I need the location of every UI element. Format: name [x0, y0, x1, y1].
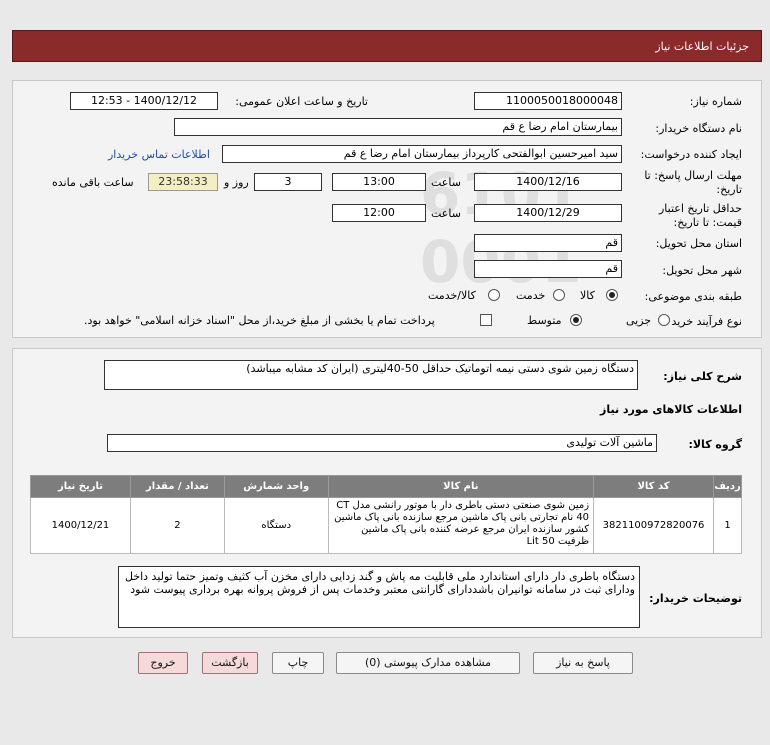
announce-label: تاریخ و ساعت اعلان عمومی:	[235, 95, 368, 108]
deadline-date-field: 1400/12/16	[474, 173, 622, 191]
province-label: استان محل تحویل:	[655, 237, 742, 250]
category-service-label: خدمت	[516, 289, 546, 302]
col-qty: تعداد / مقدار	[129, 475, 225, 498]
deadline-label: مهلت ارسال پاسخ: تا	[644, 169, 742, 182]
remaining-time-field: 23:58:33	[148, 173, 218, 191]
days-label: روز و	[224, 176, 249, 189]
goods-group-label: گروه کالا:	[688, 438, 742, 451]
payment-note: پرداخت تمام یا بخشی از مبلغ خرید،از محل …	[84, 314, 435, 327]
process-medium-radio[interactable]	[570, 314, 582, 326]
goods-info-title: اطلاعات کالاهای مورد نیاز	[600, 403, 742, 416]
back-button[interactable]: بازگشت	[202, 652, 258, 674]
process-label: نوع فرآیند خرید :	[664, 315, 742, 328]
table-row: 1 3821100972820076 زمین شوی صنعتی دستی ب…	[30, 497, 742, 554]
process-minor-label: جزیی	[626, 314, 652, 327]
cell-date: 1400/12/21	[30, 497, 131, 554]
treasury-payment-checkbox[interactable]	[480, 314, 492, 326]
validity-label-2: قیمت: تا تاریخ:	[673, 216, 742, 229]
category-service-radio[interactable]	[553, 289, 565, 301]
requester-field: سید امیرحسین ابوالفتحی کارپرداز بیمارستا…	[222, 145, 622, 163]
cell-name: زمین شوی صنعتی دستی باطری دار با موتور ر…	[327, 497, 595, 554]
cell-qty: 2	[129, 497, 225, 554]
buyer-notes-field: دستگاه باطری دار دارای استاندارد ملی قاب…	[118, 566, 640, 628]
contact-buyer-link[interactable]: اطلاعات تماس خریدار	[108, 148, 210, 161]
validity-time-field: 12:00	[332, 204, 426, 222]
col-code: کد کالا	[593, 475, 715, 498]
category-goods-service-label: کالا/خدمت	[428, 289, 476, 302]
need-number-label: شماره نیاز:	[689, 95, 742, 108]
col-date: تاریخ نیاز	[30, 475, 131, 498]
buyer-org-field: بیمارستان امام رضا ع قم	[174, 118, 622, 136]
reply-button[interactable]: پاسخ به نیاز	[533, 652, 633, 674]
cell-unit: دستگاه	[223, 497, 329, 554]
deadline-time-field: 13:00	[332, 173, 426, 191]
summary-label: شرح کلی نیاز:	[663, 370, 742, 383]
requester-label: ایجاد کننده درخواست:	[640, 148, 742, 161]
process-minor-radio[interactable]	[658, 314, 670, 326]
days-field: 3	[254, 173, 322, 191]
col-unit: واحد شمارش	[223, 475, 329, 498]
table-header-row: ردیف کد کالا نام کالا واحد شمارش تعداد /…	[30, 475, 742, 498]
deadline-time-label: ساعت	[431, 176, 461, 189]
summary-field: دستگاه زمین شوی دستی نیمه اتوماتیک حداقل…	[104, 360, 638, 390]
remaining-label: ساعت باقی مانده	[52, 176, 134, 189]
deadline-label-2: تاریخ:	[716, 183, 742, 196]
validity-label: حداقل تاریخ اعتبار	[658, 202, 742, 215]
city-label: شهر محل تحویل:	[662, 264, 742, 277]
page-header: جزئیات اطلاعات نیاز	[12, 30, 762, 62]
exit-button[interactable]: خروج	[138, 652, 188, 674]
category-label: طبقه بندی موضوعی:	[644, 290, 742, 303]
cell-code: 3821100972820076	[593, 497, 715, 554]
col-name: نام کالا	[327, 475, 595, 498]
print-button[interactable]: چاپ	[272, 652, 324, 674]
city-field: قم	[474, 260, 622, 278]
validity-date-field: 1400/12/29	[474, 204, 622, 222]
category-goods-radio[interactable]	[606, 289, 618, 301]
province-field: قم	[474, 234, 622, 252]
process-medium-label: متوسط	[527, 314, 562, 327]
buyer-notes-label: توضیحات خریدار:	[649, 592, 742, 605]
need-number-field: 1100050018000048	[474, 92, 622, 110]
cell-row: 1	[713, 497, 742, 554]
page-title: جزئیات اطلاعات نیاز	[655, 40, 749, 53]
col-row: ردیف	[713, 475, 742, 498]
attachments-button[interactable]: مشاهده مدارک پیوستی (0)	[336, 652, 520, 674]
category-goods-label: کالا	[580, 289, 595, 302]
announce-field: 1400/12/12 - 12:53	[70, 92, 218, 110]
buyer-org-label: نام دستگاه خریدار:	[655, 122, 742, 135]
goods-group-field: ماشین آلات تولیدی	[107, 434, 657, 452]
validity-time-label: ساعت	[431, 207, 461, 220]
items-table: ردیف کد کالا نام کالا واحد شمارش تعداد /…	[30, 475, 742, 554]
category-goods-service-radio[interactable]	[488, 289, 500, 301]
